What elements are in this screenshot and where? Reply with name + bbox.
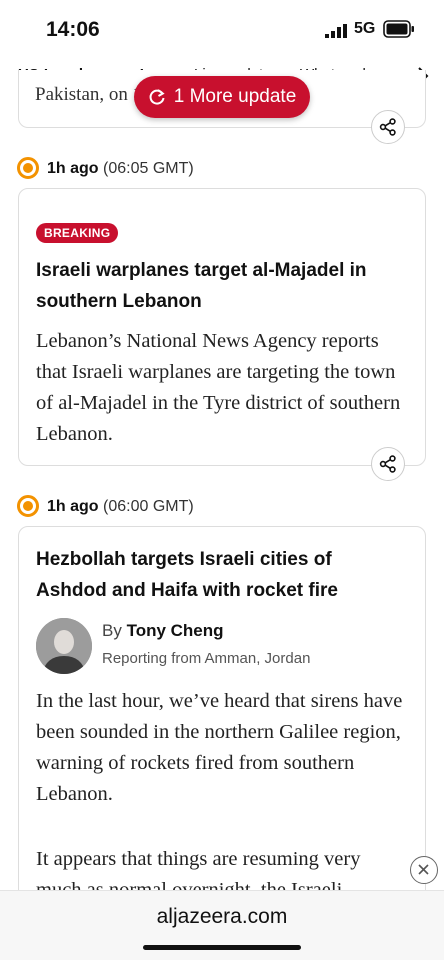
update-body: In the last hour, we’ve heard that siren…: [36, 690, 403, 805]
update-time: 1h ago (06:05 GMT): [47, 160, 194, 178]
refresh-icon: [149, 89, 165, 105]
share-button[interactable]: [371, 110, 405, 144]
update-time: 1h ago (06:00 GMT): [47, 498, 194, 516]
url-text[interactable]: aljazeera.com: [0, 905, 444, 929]
share-icon: [379, 118, 396, 136]
update-headline[interactable]: Israeli warplanes target al-Majadel in s…: [36, 255, 406, 317]
status-bar: 14:06 5G: [0, 0, 444, 58]
breaking-badge: BREAKING: [36, 223, 119, 243]
update-ago: 1h ago: [47, 498, 99, 515]
timeline-dot: [17, 495, 39, 517]
author-photo: [36, 618, 92, 674]
home-indicator[interactable]: [143, 945, 301, 950]
update-gmt: (06:05 GMT): [103, 160, 194, 177]
network-type: 5G: [354, 20, 376, 37]
timeline-dot: [17, 157, 39, 179]
close-icon: [418, 864, 429, 875]
update-gmt: (06:00 GMT): [103, 498, 194, 515]
status-time: 14:06: [46, 18, 100, 41]
update-body: Lebanon’s National News Agency reports t…: [36, 330, 401, 445]
close-button[interactable]: [410, 856, 438, 884]
author-byline: By Tony Cheng: [102, 621, 224, 641]
more-updates-button[interactable]: 1 More update: [134, 76, 310, 118]
battery-icon: [383, 20, 414, 38]
share-icon: [379, 455, 396, 473]
update-ago: 1h ago: [47, 160, 99, 177]
signal-icon: [325, 24, 347, 38]
share-button[interactable]: [371, 447, 405, 481]
author-location: Reporting from Amman, Jordan: [102, 650, 311, 667]
update-headline[interactable]: Hezbollah targets Israeli cities of Ashd…: [36, 544, 406, 606]
byline-prefix: By: [102, 621, 122, 640]
author-name[interactable]: Tony Cheng: [127, 621, 224, 640]
author-avatar: [36, 618, 92, 674]
browser-url-bar[interactable]: aljazeera.com: [0, 890, 444, 960]
more-updates-label: 1 More update: [173, 86, 297, 107]
